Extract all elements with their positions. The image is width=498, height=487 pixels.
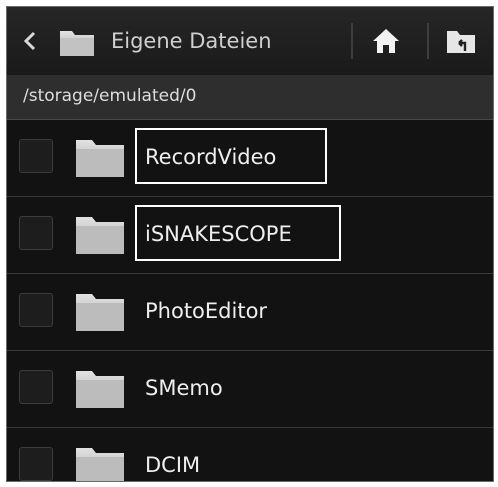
back-button[interactable] — [15, 21, 49, 61]
page-title: Eigene Dateien — [111, 29, 272, 53]
select-checkbox[interactable] — [19, 447, 53, 481]
toolbar-divider — [427, 23, 429, 59]
parent-folder-button[interactable] — [435, 21, 487, 61]
folder-icon — [76, 448, 124, 481]
folder-icon — [76, 371, 124, 408]
file-manager-screen: Eigene Dateien /storage/emulated/0 Recor — [6, 6, 494, 482]
list-item[interactable]: PhotoEditor — [7, 274, 493, 351]
home-button[interactable] — [359, 21, 411, 61]
file-name: DCIM — [145, 453, 201, 477]
file-name: RecordVideo — [145, 145, 277, 169]
action-bar: Eigene Dateien — [7, 7, 493, 75]
file-name: iSNAKESCOPE — [145, 222, 292, 246]
list-item[interactable]: SMemo — [7, 351, 493, 428]
file-name: SMemo — [145, 376, 223, 400]
list-item[interactable]: RecordVideo — [7, 120, 493, 197]
toolbar-divider — [351, 23, 353, 59]
chevron-left-icon — [23, 31, 36, 51]
current-path: /storage/emulated/0 — [23, 86, 197, 106]
path-bar: /storage/emulated/0 — [7, 75, 493, 120]
home-icon — [373, 29, 399, 53]
folder-icon — [76, 294, 124, 331]
file-list: RecordVideo iSNAKESCOPE PhotoEditor SMem… — [7, 120, 493, 481]
folder-up-icon — [447, 31, 475, 53]
folder-icon — [76, 140, 124, 177]
list-item[interactable]: iSNAKESCOPE — [7, 197, 493, 274]
select-checkbox[interactable] — [19, 139, 53, 173]
file-name: PhotoEditor — [145, 299, 268, 323]
list-item[interactable]: DCIM — [7, 428, 493, 481]
select-checkbox[interactable] — [19, 370, 53, 404]
select-checkbox[interactable] — [19, 293, 53, 327]
folder-icon — [76, 217, 124, 254]
folder-icon — [60, 31, 94, 56]
select-checkbox[interactable] — [19, 216, 53, 250]
